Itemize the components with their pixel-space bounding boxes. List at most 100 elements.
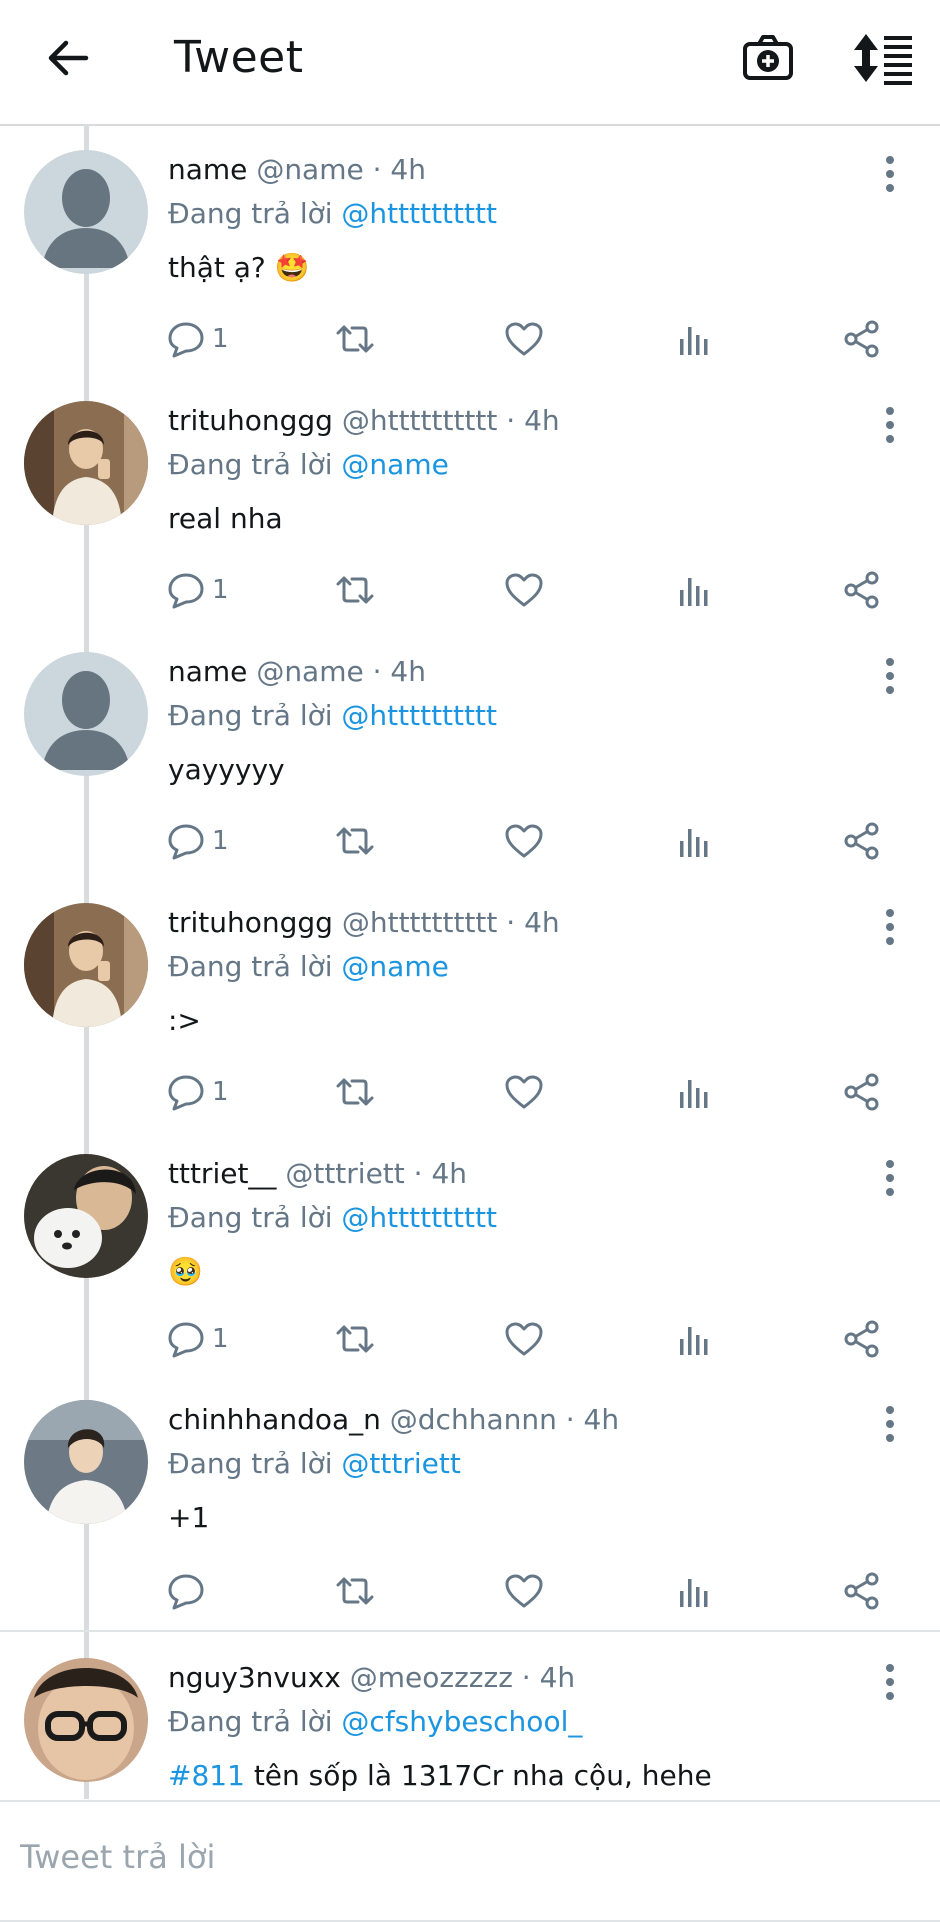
share-icon [844,1073,879,1111]
reply-button[interactable] [166,1564,212,1618]
tweet[interactable]: chinhhandoa_n @dchhannn · 4h Đang trả lờ… [0,1374,940,1630]
like-button[interactable] [504,563,544,617]
more-options-button[interactable] [872,903,908,951]
reply-mention-link[interactable]: @name [341,448,448,481]
more-options-button[interactable] [872,150,908,198]
reply-mention-link[interactable]: @cfshybeschool_ [341,1705,582,1738]
retweet-button[interactable] [334,814,376,868]
reply-prefix: Đang trả lời [168,699,333,732]
more-options-button[interactable] [872,401,908,449]
retweet-button[interactable] [334,312,376,366]
display-name[interactable]: trituhonggg [168,404,333,437]
reply-mention-link[interactable]: @htttttttttt [341,699,497,732]
like-button[interactable] [504,814,544,868]
avatar[interactable] [24,1400,148,1524]
display-name[interactable]: nguy3nvuxx [168,1661,341,1694]
analytics-icon [680,327,708,355]
more-options-button[interactable] [872,1400,908,1448]
handle-time: @name · 4h [256,153,426,186]
analytics-button[interactable] [674,1312,714,1366]
reply-mention-link[interactable]: @htttttttttt [341,197,497,230]
share-button[interactable] [842,814,882,868]
share-button[interactable] [842,1312,882,1366]
more-options-button[interactable] [872,652,908,700]
tweet-header: name @name · 4h [168,652,426,692]
analytics-button[interactable] [674,814,714,868]
reply-prefix: Đang trả lời [168,1201,333,1234]
reply-context: Đang trả lời @name [168,947,449,987]
retweet-button[interactable] [334,1564,376,1618]
tweet[interactable]: name @name · 4h Đang trả lời @httttttttt… [0,124,940,375]
share-button[interactable] [842,1564,882,1618]
avatar[interactable] [24,150,148,274]
tweet[interactable]: name @name · 4h Đang trả lời @httttttttt… [0,626,940,877]
tweet-text: thật ạ? 🤩 [168,251,310,284]
analytics-icon [680,829,708,857]
tweet-body: tên sốp là 1317Cr nha cộu, hehe [253,1759,712,1792]
share-button[interactable] [842,1065,882,1119]
heart-icon [505,322,543,356]
tweet-text: 🥹 [168,1255,203,1288]
retweet-button[interactable] [334,1065,376,1119]
analytics-icon [680,1579,708,1607]
tweet[interactable]: trituhonggg @htttttttttt · 4h Đang trả l… [0,375,940,626]
tweet-actions: 1 [0,1065,940,1119]
reply-mention-link[interactable]: @name [341,950,448,983]
share-button[interactable] [842,563,882,617]
avatar[interactable] [24,652,148,776]
reply-button[interactable]: 1 [166,814,229,868]
avatar[interactable] [24,903,148,1027]
avatar[interactable] [24,1658,148,1782]
tweet-text: yayyyyy [168,753,285,786]
display-name[interactable]: name [168,655,247,688]
analytics-icon [680,1327,708,1355]
reply-mention-link[interactable]: @htttttttttt [341,1201,497,1234]
tweet-header: tttriet__ @tttriett · 4h [168,1154,467,1194]
tweet[interactable]: nguy3nvuxx @meozzzzz · 4h Đang trả lời @… [0,1632,940,1800]
more-options-button[interactable] [872,1658,908,1706]
analytics-button[interactable] [674,312,714,366]
reply-context: Đang trả lời @htttttttttt [168,1198,497,1238]
heart-icon [505,1574,543,1608]
retweet-button[interactable] [334,1312,376,1366]
retweet-icon [336,576,374,604]
reply-button[interactable]: 1 [166,1312,229,1366]
retweet-button[interactable] [334,563,376,617]
reply-button[interactable]: 1 [166,1065,229,1119]
tweet[interactable]: tttriet__ @tttriett · 4h Đang trả lời @h… [0,1128,940,1374]
tweet-header: name @name · 4h [168,150,426,190]
more-vertical-icon [886,407,894,443]
reply-button[interactable]: 1 [166,312,229,366]
like-button[interactable] [504,1065,544,1119]
more-vertical-icon [886,1160,894,1196]
camera-button[interactable] [740,30,796,86]
reply-count: 1 [212,575,229,605]
like-button[interactable] [504,312,544,366]
sort-button[interactable] [850,30,916,86]
camera-plus-icon [743,35,793,80]
like-button[interactable] [504,1564,544,1618]
tweet[interactable]: trituhonggg @htttttttttt · 4h Đang trả l… [0,877,940,1128]
analytics-button[interactable] [674,1065,714,1119]
like-button[interactable] [504,1312,544,1366]
reply-icon [168,1075,204,1111]
display-name[interactable]: tttriet__ [168,1157,276,1190]
reply-button[interactable]: 1 [166,563,229,617]
display-name[interactable]: trituhonggg [168,906,333,939]
back-button[interactable] [40,30,96,86]
tweet-text: #811 tên sốp là 1317Cr nha cộu, hehe [168,1756,712,1796]
analytics-button[interactable] [674,563,714,617]
reply-mention-link[interactable]: @tttriett [341,1447,460,1480]
reply-input[interactable]: Tweet trả lời [20,1832,215,1882]
share-button[interactable] [842,312,882,366]
user-photo-avatar [24,1658,148,1782]
user-photo-avatar [24,1400,148,1524]
more-options-button[interactable] [872,1154,908,1202]
display-name[interactable]: name [168,153,247,186]
hashtag-link[interactable]: #811 [168,1759,245,1792]
avatar[interactable] [24,401,148,525]
avatar[interactable] [24,1154,148,1278]
display-name[interactable]: chinhhandoa_n [168,1403,381,1436]
analytics-button[interactable] [674,1564,714,1618]
tweet-header: chinhhandoa_n @dchhannn · 4h [168,1400,619,1440]
